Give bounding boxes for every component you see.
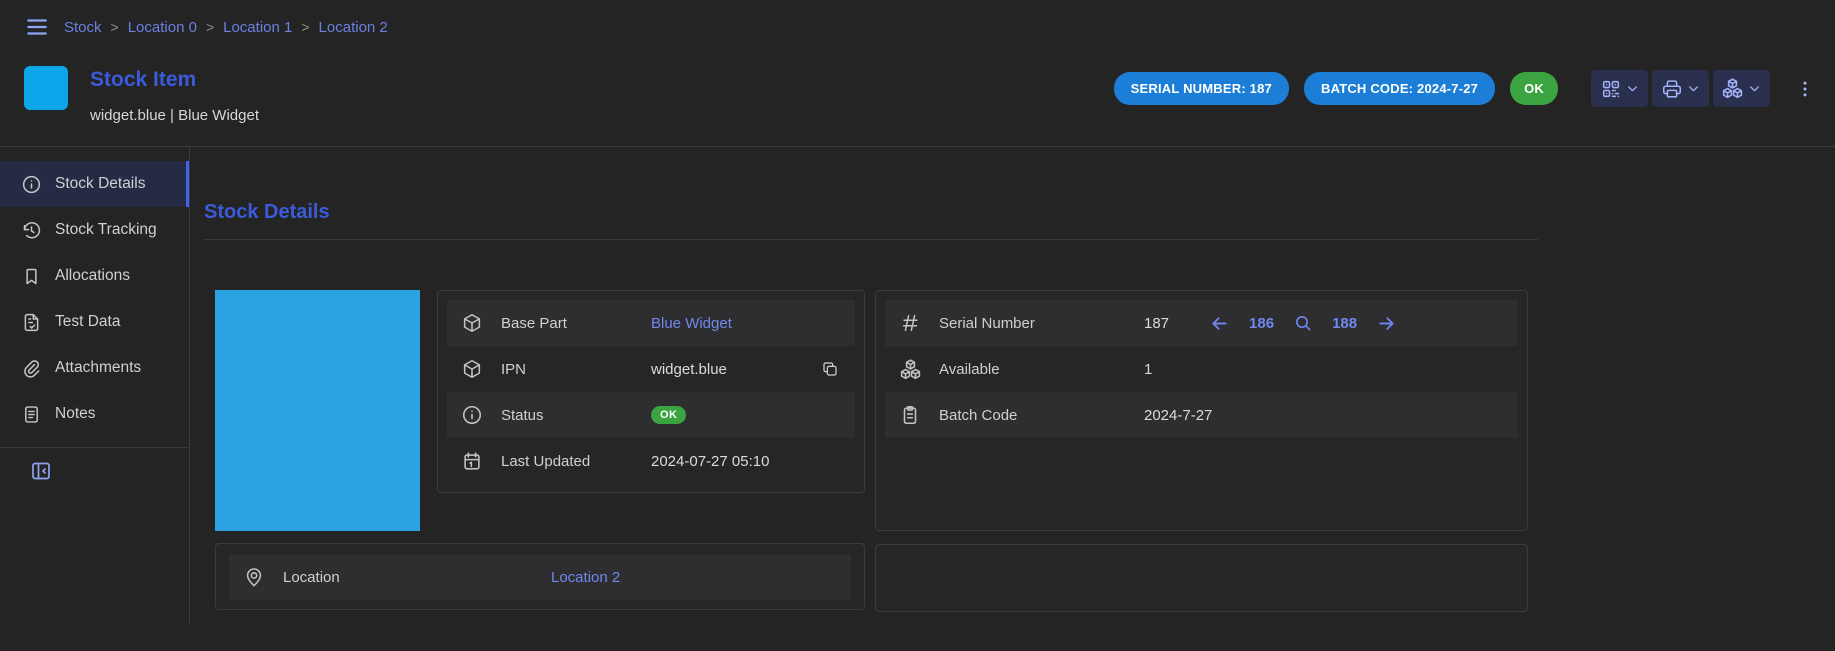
breadcrumb-link-stock[interactable]: Stock bbox=[64, 19, 102, 36]
qrcode-icon bbox=[1600, 78, 1622, 100]
breadcrumb-link-location-1[interactable]: Location 1 bbox=[223, 19, 292, 36]
page-title: Stock Item bbox=[90, 68, 259, 92]
sidebar-item-notes[interactable]: Notes bbox=[0, 391, 189, 437]
status-badge: OK bbox=[1510, 72, 1558, 105]
history-icon bbox=[21, 220, 42, 241]
breadcrumb-link-location-2[interactable]: Location 2 bbox=[319, 19, 388, 36]
info-circle-icon bbox=[21, 174, 42, 195]
info-circle-icon bbox=[461, 404, 501, 426]
sidebar-item-stock-tracking[interactable]: Stock Tracking bbox=[0, 207, 189, 253]
row-label: IPN bbox=[501, 361, 651, 378]
sidebar-item-label: Attachments bbox=[55, 359, 141, 377]
base-part-link[interactable]: Blue Widget bbox=[651, 315, 732, 332]
part-details-card: Base Part Blue Widget IPN widget.blue bbox=[437, 290, 865, 493]
hamburger-menu-icon[interactable] bbox=[22, 12, 52, 42]
table-row-base-part: Base Part Blue Widget bbox=[447, 300, 855, 346]
breadcrumb-separator: > bbox=[206, 19, 214, 35]
arrow-left-icon[interactable] bbox=[1209, 313, 1230, 334]
last-updated-value: 2024-07-27 05:10 bbox=[651, 453, 769, 470]
panel-title: Stock Details bbox=[204, 201, 1835, 224]
sidebar-item-label: Stock Details bbox=[55, 175, 145, 193]
page-sidebar: Stock Details Stock Tracking Allocations… bbox=[0, 147, 190, 625]
packages-icon bbox=[899, 358, 939, 381]
panel-divider bbox=[204, 239, 1538, 240]
printer-icon bbox=[1661, 78, 1683, 100]
calendar-icon bbox=[461, 450, 501, 472]
search-icon[interactable] bbox=[1293, 313, 1313, 333]
table-row-serial-number: Serial Number 187 186 188 bbox=[885, 300, 1518, 346]
serial-navigation: 186 188 bbox=[1209, 313, 1397, 334]
previous-serial-link[interactable]: 186 bbox=[1249, 315, 1274, 332]
copy-icon[interactable] bbox=[819, 358, 841, 380]
breadcrumb-bar: Stock > Location 0 > Location 1 > Locati… bbox=[0, 0, 1835, 48]
table-row-available: Available 1 bbox=[885, 346, 1518, 392]
page-header: Stock Item widget.blue | Blue Widget SER… bbox=[0, 48, 1835, 124]
batch-code-value: 2024-7-27 bbox=[1144, 407, 1212, 424]
kebab-menu-icon[interactable] bbox=[1791, 75, 1819, 103]
sidebar-item-label: Notes bbox=[55, 405, 96, 423]
print-actions-button[interactable] bbox=[1652, 70, 1709, 107]
table-row-location: Location Location 2 bbox=[229, 554, 851, 600]
row-label: Base Part bbox=[501, 315, 651, 332]
batch-code-badge: BATCH CODE: 2024-7-27 bbox=[1304, 72, 1495, 105]
chevron-down-icon bbox=[1747, 81, 1762, 96]
paperclip-icon bbox=[21, 358, 42, 379]
row-label: Status bbox=[501, 407, 651, 424]
stock-details-card: Serial Number 187 186 188 bbox=[875, 290, 1528, 531]
breadcrumb-link-location-0[interactable]: Location 0 bbox=[128, 19, 197, 36]
sidebar-item-stock-details[interactable]: Stock Details bbox=[0, 161, 189, 207]
sidebar-item-test-data[interactable]: Test Data bbox=[0, 299, 189, 345]
barcode-actions-button[interactable] bbox=[1591, 70, 1648, 107]
stock-details-panel: Stock Details Base Part Blue Widget bbox=[190, 147, 1835, 625]
location-link[interactable]: Location 2 bbox=[551, 569, 620, 586]
sidebar-item-label: Test Data bbox=[55, 313, 120, 331]
table-row-batch-code: Batch Code 2024-7-27 bbox=[885, 392, 1518, 438]
row-label: Serial Number bbox=[939, 315, 1144, 332]
hash-icon bbox=[899, 312, 939, 334]
next-serial-link[interactable]: 188 bbox=[1332, 315, 1357, 332]
available-value: 1 bbox=[1144, 361, 1152, 378]
status-ok-badge: OK bbox=[651, 406, 686, 424]
row-label: Last Updated bbox=[501, 453, 651, 470]
serial-number-value: 187 bbox=[1144, 315, 1169, 332]
file-check-icon bbox=[21, 312, 42, 333]
row-label: Available bbox=[939, 361, 1144, 378]
table-row-last-updated: Last Updated 2024-07-27 05:10 bbox=[447, 438, 855, 484]
arrow-right-icon[interactable] bbox=[1376, 313, 1397, 334]
sidebar-item-allocations[interactable]: Allocations bbox=[0, 253, 189, 299]
box-icon bbox=[461, 312, 501, 334]
notes-icon bbox=[21, 404, 42, 425]
sidebar-item-attachments[interactable]: Attachments bbox=[0, 345, 189, 391]
table-row-status: Status OK bbox=[447, 392, 855, 438]
item-image[interactable] bbox=[215, 290, 420, 531]
item-thumbnail bbox=[24, 66, 68, 110]
page-subtitle: widget.blue | Blue Widget bbox=[90, 107, 259, 124]
map-pin-icon bbox=[243, 566, 283, 588]
chevron-down-icon bbox=[1686, 81, 1701, 96]
table-row-ipn: IPN widget.blue bbox=[447, 346, 855, 392]
row-label: Batch Code bbox=[939, 407, 1144, 424]
clipboard-icon bbox=[899, 404, 939, 426]
sidebar-item-label: Stock Tracking bbox=[55, 221, 157, 239]
collapse-sidebar-icon[interactable] bbox=[27, 457, 55, 485]
sidebar-divider bbox=[0, 447, 189, 448]
chevron-down-icon bbox=[1625, 81, 1640, 96]
sidebar-item-label: Allocations bbox=[55, 267, 130, 285]
box-icon bbox=[461, 358, 501, 380]
packages-icon bbox=[1721, 77, 1744, 100]
breadcrumb-separator: > bbox=[111, 19, 119, 35]
empty-card bbox=[875, 544, 1528, 612]
serial-number-badge: SERIAL NUMBER: 187 bbox=[1114, 72, 1289, 105]
bookmark-icon bbox=[21, 266, 42, 287]
location-card: Location Location 2 bbox=[215, 543, 865, 610]
stock-actions-button[interactable] bbox=[1713, 70, 1770, 107]
row-label: Location bbox=[283, 569, 551, 586]
breadcrumb: Stock > Location 0 > Location 1 > Locati… bbox=[64, 19, 388, 36]
ipn-value: widget.blue bbox=[651, 361, 727, 378]
breadcrumb-separator: > bbox=[301, 19, 309, 35]
